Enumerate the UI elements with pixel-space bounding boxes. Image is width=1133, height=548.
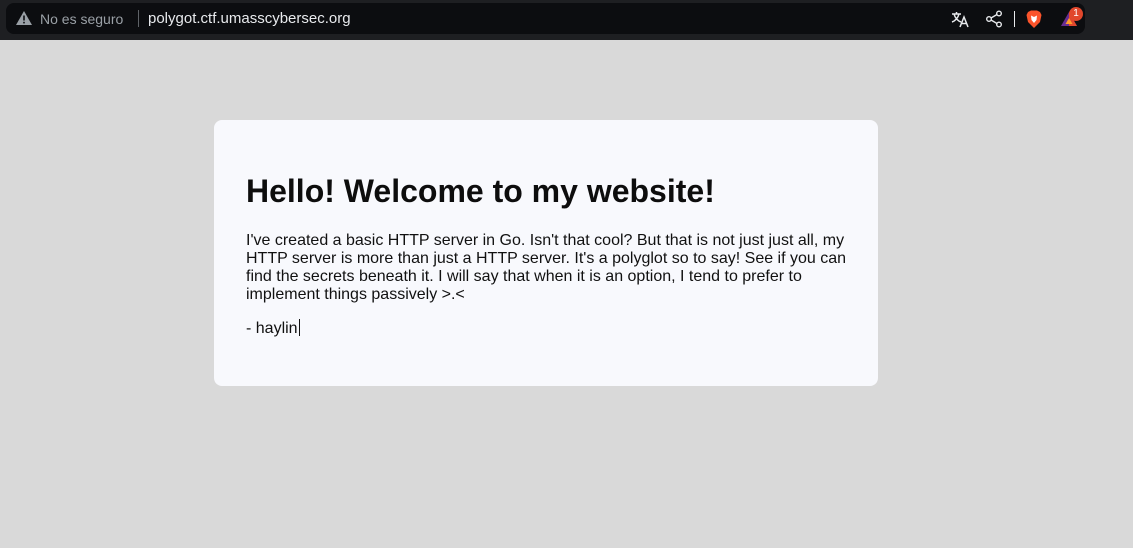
toolbar-divider xyxy=(1014,11,1015,27)
intro-paragraph: I've created a basic HTTP server in Go. … xyxy=(246,232,847,303)
warning-icon[interactable] xyxy=(16,11,32,25)
text-caret xyxy=(298,319,300,336)
signature-text: - haylin xyxy=(246,320,298,337)
brave-shield-icon[interactable] xyxy=(1024,9,1044,29)
rewards-badge: 1 xyxy=(1069,7,1083,21)
share-icon[interactable] xyxy=(984,9,1004,29)
page-title: Hello! Welcome to my website! xyxy=(246,173,715,209)
translate-icon[interactable] xyxy=(950,9,970,29)
url-text[interactable]: polygot.ctf.umasscybersec.org xyxy=(148,10,351,27)
signature-line: - haylin xyxy=(246,319,300,338)
omnibox-divider xyxy=(138,10,139,27)
address-bar[interactable]: No es seguro polygot.ctf.umasscybersec.o… xyxy=(6,3,1085,34)
content-card: Hello! Welcome to my website! I've creat… xyxy=(214,120,878,386)
security-status-label[interactable]: No es seguro xyxy=(40,11,123,27)
browser-toolbar: No es seguro polygot.ctf.umasscybersec.o… xyxy=(0,0,1133,40)
